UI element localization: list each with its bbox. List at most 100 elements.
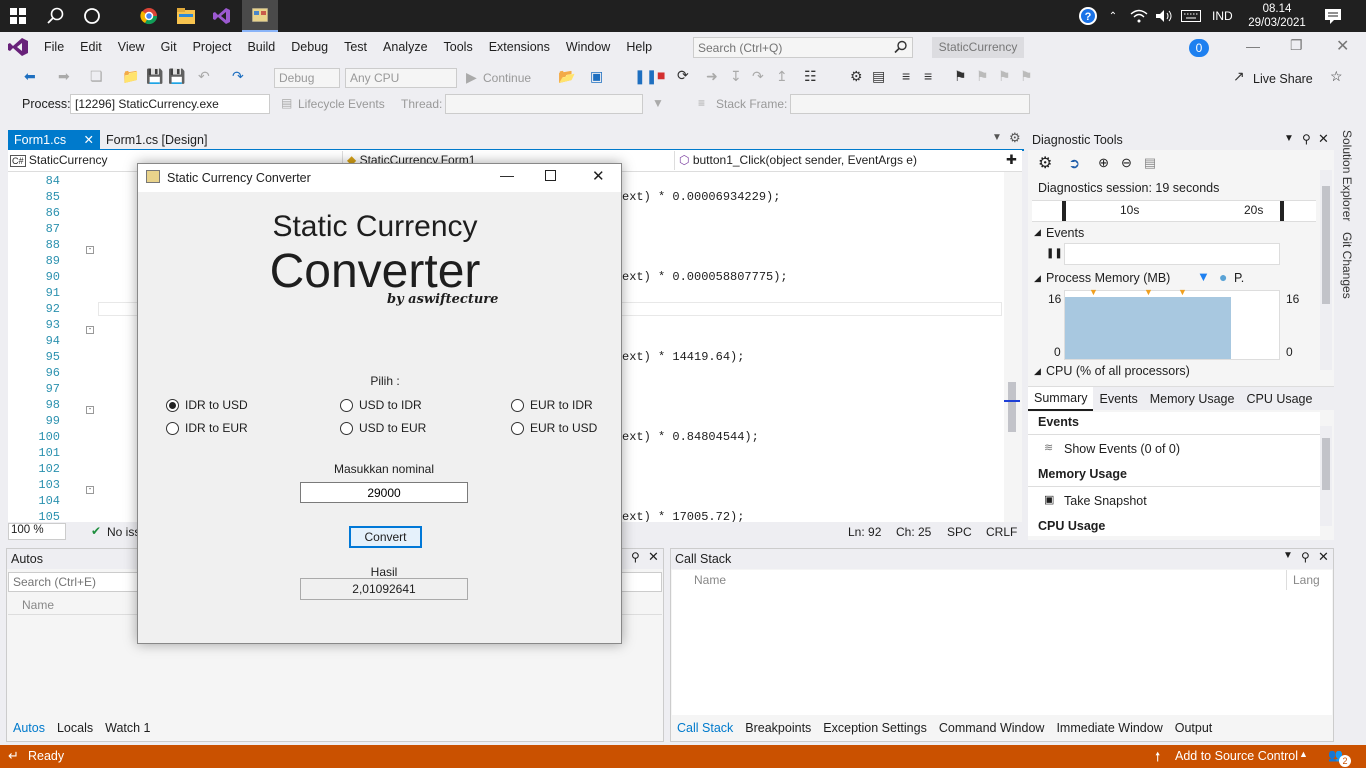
close-icon[interactable]: ✕: [1336, 36, 1349, 56]
line-ending-indicator[interactable]: CRLF: [986, 525, 1017, 539]
menu-analyze[interactable]: Analyze: [375, 32, 435, 62]
menu-tools[interactable]: Tools: [436, 32, 481, 62]
pin-icon[interactable]: ⚲: [631, 550, 640, 564]
vertical-scrollbar[interactable]: [1004, 172, 1022, 522]
radio-eur-to-idr[interactable]: EUR to IDR: [511, 398, 593, 412]
stack-frame-icon[interactable]: ≡: [698, 96, 705, 110]
window-titlebar[interactable]: Static Currency Converter — ✕: [138, 164, 621, 192]
radio-eur-to-usd[interactable]: EUR to USD: [511, 421, 597, 435]
screenshot-icon[interactable]: ▣: [590, 68, 603, 85]
tab-events[interactable]: Events: [1093, 388, 1143, 410]
menu-extensions[interactable]: Extensions: [481, 32, 558, 62]
tab-immediate-window[interactable]: Immediate Window: [1050, 717, 1168, 739]
platform-dropdown[interactable]: Any CPU: [345, 68, 457, 88]
restart-icon[interactable]: ⟳: [677, 67, 689, 84]
add-to-source-control[interactable]: Add to Source Control: [1175, 749, 1298, 763]
search-box[interactable]: [693, 37, 913, 58]
app-window-icon[interactable]: [242, 0, 278, 32]
notification-badge[interactable]: 0: [1189, 39, 1209, 57]
split-icon[interactable]: ✚: [1006, 152, 1017, 168]
bookmark-icon[interactable]: ⚑: [954, 68, 967, 85]
column-indicator[interactable]: Ch: 25: [896, 525, 931, 539]
process-icon[interactable]: 📂: [558, 68, 575, 85]
close-icon[interactable]: ✕: [84, 130, 94, 150]
collapse-icon[interactable]: -: [86, 246, 94, 254]
close-icon[interactable]: ✕: [1318, 131, 1329, 147]
feedback-icon[interactable]: ☆: [1330, 68, 1343, 85]
visual-studio-icon[interactable]: [208, 0, 236, 32]
config-dropdown[interactable]: Debug: [274, 68, 340, 88]
convert-button[interactable]: Convert: [349, 526, 422, 548]
take-snapshot-button[interactable]: Take Snapshot: [1064, 494, 1147, 508]
tab-memory-usage[interactable]: Memory Usage: [1144, 388, 1241, 410]
save-icon[interactable]: 💾: [146, 68, 163, 85]
expand-icon[interactable]: ◢: [1034, 273, 1041, 284]
call-stack-column-header[interactable]: Name Lang: [672, 570, 1332, 590]
dropdown-icon[interactable]: ▼: [1284, 133, 1294, 144]
pin-icon[interactable]: ⚲: [1302, 132, 1311, 146]
menu-window[interactable]: Window: [558, 32, 618, 62]
menu-project[interactable]: Project: [185, 32, 240, 62]
show-next-statement-icon[interactable]: ➜: [706, 68, 718, 85]
autos-search-input[interactable]: [9, 573, 129, 591]
pause-icon[interactable]: ❚❚: [1046, 248, 1063, 259]
step-into-icon[interactable]: ↧: [730, 68, 742, 85]
tab-summary[interactable]: Summary: [1028, 386, 1094, 411]
git-changes-tab[interactable]: Git Changes: [1340, 232, 1354, 299]
tab-call-stack[interactable]: Call Stack: [671, 717, 739, 739]
settings-icon[interactable]: ⚙: [1009, 130, 1021, 146]
menu-edit[interactable]: Edit: [72, 32, 110, 62]
continue-icon[interactable]: ▶: [466, 69, 477, 86]
collapse-icon[interactable]: -: [86, 486, 94, 494]
threads-icon[interactable]: ⚙: [850, 68, 863, 85]
chevron-up-icon[interactable]: ⌃: [1104, 0, 1122, 32]
tab-dropdown-icon[interactable]: ▼: [992, 132, 1002, 143]
continue-button[interactable]: Continue: [483, 71, 531, 85]
tab-cpu-usage[interactable]: CPU Usage: [1240, 388, 1318, 410]
search-icon[interactable]: [42, 0, 70, 32]
radio-usd-to-idr[interactable]: USD to IDR: [340, 398, 422, 412]
zoom-dropdown[interactable]: 100 %: [8, 523, 66, 540]
menu-build[interactable]: Build: [239, 32, 283, 62]
live-share-icon[interactable]: ↗: [1233, 68, 1245, 85]
new-project-icon[interactable]: ❏: [90, 68, 103, 85]
process-dropdown[interactable]: [12296] StaticCurrency.exe: [70, 94, 270, 114]
menu-view[interactable]: View: [110, 32, 153, 62]
summary-scrollbar[interactable]: [1320, 426, 1332, 526]
search-input[interactable]: [694, 38, 884, 57]
export-icon[interactable]: ➲: [1068, 155, 1080, 172]
comment-icon[interactable]: ≡: [902, 68, 910, 84]
stack-icon[interactable]: ▤: [872, 68, 885, 85]
tab-watch1[interactable]: Watch 1: [99, 717, 156, 739]
language-indicator[interactable]: IND: [1212, 9, 1233, 23]
zoom-out-icon[interactable]: ⊖: [1121, 155, 1132, 171]
scrollbar-thumb[interactable]: [1322, 186, 1330, 304]
uncomment-icon[interactable]: ≡: [924, 68, 932, 84]
menu-debug[interactable]: Debug: [283, 32, 336, 62]
menu-test[interactable]: Test: [336, 32, 375, 62]
dropdown-icon[interactable]: ▼: [1283, 550, 1293, 561]
lifecycle-icon[interactable]: ▤: [281, 96, 292, 110]
tab-command-window[interactable]: Command Window: [933, 717, 1051, 739]
tab-form1-cs[interactable]: Form1.cs ✕: [8, 130, 100, 150]
show-events-link[interactable]: Show Events (0 of 0): [1064, 442, 1180, 456]
whitespace-indicator[interactable]: SPC: [947, 525, 972, 539]
issues-status[interactable]: No iss: [107, 525, 140, 539]
file-explorer-icon[interactable]: [172, 0, 200, 32]
pause-icon[interactable]: ❚❚: [634, 68, 657, 85]
help-icon[interactable]: ?: [1075, 0, 1101, 32]
wifi-icon[interactable]: [1126, 0, 1152, 32]
chevron-up-icon[interactable]: ▲: [1299, 749, 1308, 759]
radio-usd-to-eur[interactable]: USD to EUR: [340, 421, 426, 435]
zoom-in-icon[interactable]: ⊕: [1098, 155, 1109, 171]
maximize-icon[interactable]: [545, 170, 556, 181]
hex-icon[interactable]: ☷: [804, 68, 817, 85]
keyboard-icon[interactable]: [1178, 0, 1204, 32]
member-dropdown[interactable]: ⬡ button1_Click(object sender, EventArgs…: [674, 151, 1002, 170]
close-icon[interactable]: ✕: [592, 167, 605, 185]
clear-bookmarks-icon[interactable]: ⚑: [1020, 68, 1033, 85]
solution-explorer-tab[interactable]: Solution Explorer: [1340, 130, 1354, 221]
lifecycle-events[interactable]: Lifecycle Events: [298, 97, 385, 111]
stack-frame-dropdown[interactable]: [790, 94, 1030, 114]
minimize-icon[interactable]: —: [1246, 38, 1260, 54]
